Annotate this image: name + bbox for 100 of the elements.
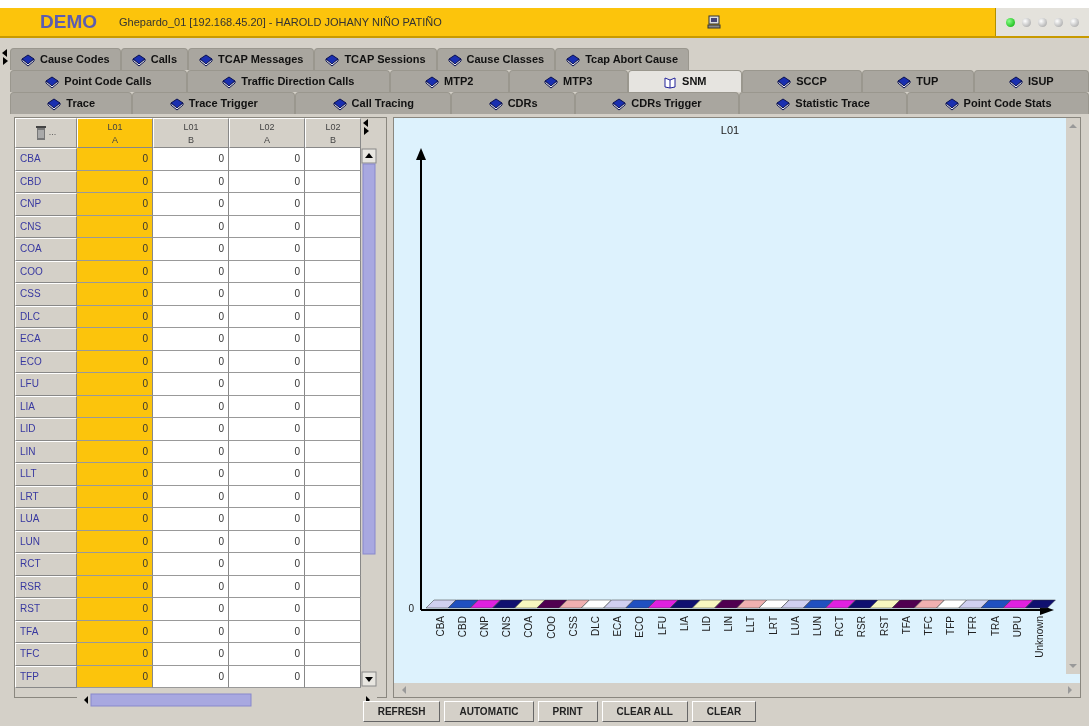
row-header[interactable]: CNS [15, 215, 77, 238]
row-header[interactable]: CBD [15, 170, 77, 193]
table-cell: 0 [229, 530, 305, 553]
category-label: LLT [745, 616, 757, 633]
tab[interactable]: Statistic Trace [738, 92, 908, 114]
tab[interactable]: SNM [627, 70, 742, 92]
row-header[interactable]: CBA [15, 148, 77, 171]
table-cell [305, 148, 361, 171]
tab[interactable]: Point Code Calls [10, 70, 188, 92]
table-cell [305, 350, 361, 373]
table-cell: 0 [229, 440, 305, 463]
table-cell: 0 [229, 170, 305, 193]
tab[interactable]: Trace Trigger [132, 92, 296, 114]
row-header[interactable]: COO [15, 260, 77, 283]
tab[interactable]: MTP3 [508, 70, 628, 92]
chart-bar [736, 599, 768, 609]
button[interactable]: CLEAR [691, 700, 757, 722]
table-cell: 0 [229, 485, 305, 508]
tab[interactable]: Cause Codes [10, 48, 121, 70]
row-header[interactable]: LLT [15, 463, 77, 486]
category-label: LIN [723, 616, 735, 632]
table-cell: 0 [229, 643, 305, 666]
tab-scroll-icon[interactable] [0, 48, 10, 66]
tab[interactable]: SCCP [741, 70, 863, 92]
vertical-scrollbar[interactable] [361, 148, 377, 688]
row-header[interactable]: LIA [15, 395, 77, 418]
table-cell: 0 [77, 305, 153, 328]
row-header[interactable]: LUN [15, 530, 77, 553]
table-cell [305, 283, 361, 306]
row-header[interactable]: RCT [15, 553, 77, 576]
tab[interactable]: Point Code Stats [907, 92, 1089, 114]
table-cell: 0 [77, 170, 153, 193]
category-label: CBA [434, 616, 446, 637]
table-cell: 0 [77, 598, 153, 621]
row-header[interactable]: LRT [15, 485, 77, 508]
table-cell: 0 [229, 373, 305, 396]
column-header[interactable]: L02 B [305, 118, 361, 148]
table-cell [305, 440, 361, 463]
tab[interactable]: TCAP Messages [188, 48, 315, 70]
tab[interactable]: CDRs [451, 92, 575, 114]
category-label: ECA [612, 616, 624, 637]
row-header[interactable]: LFU [15, 373, 77, 396]
row-header[interactable]: TFC [15, 643, 77, 666]
book-icon [222, 74, 237, 89]
category-label: RST [878, 616, 890, 636]
row-header[interactable]: RSR [15, 575, 77, 598]
tab[interactable]: ISUP [973, 70, 1089, 92]
category-label: LID [701, 616, 713, 632]
button[interactable]: PRINT [537, 700, 598, 722]
tab[interactable]: TCAP Sessions [314, 48, 437, 70]
trash-icon [35, 125, 46, 141]
table-cell: 0 [153, 575, 229, 598]
tab[interactable]: Trace [10, 92, 133, 114]
table-cell: 0 [229, 350, 305, 373]
table-cell: 0 [77, 373, 153, 396]
column-header[interactable]: L01 A [77, 118, 153, 148]
horizontal-scrollbar[interactable] [394, 683, 1080, 697]
table-cell: 0 [77, 643, 153, 666]
table-cell [305, 575, 361, 598]
table-cell: 0 [229, 215, 305, 238]
row-header[interactable]: COA [15, 238, 77, 261]
tab[interactable]: MTP2 [389, 70, 509, 92]
row-header[interactable]: CSS [15, 283, 77, 306]
table-cell: 0 [77, 575, 153, 598]
table-cell: 0 [77, 238, 153, 261]
book-icon [776, 96, 791, 111]
row-header[interactable]: ECA [15, 328, 77, 351]
table-cell: 0 [153, 643, 229, 666]
row-header[interactable]: LID [15, 418, 77, 441]
tab[interactable]: Traffic Direction Calls [187, 70, 390, 92]
button[interactable]: AUTOMATIC [444, 700, 534, 722]
table-cell: 0 [77, 395, 153, 418]
table-cell: 0 [77, 418, 153, 441]
table-cell [305, 193, 361, 216]
table-cell: 0 [229, 193, 305, 216]
row-header[interactable]: CNP [15, 193, 77, 216]
vertical-scrollbar[interactable] [1066, 118, 1080, 674]
row-header[interactable]: LUA [15, 508, 77, 531]
table-cell [305, 170, 361, 193]
row-header[interactable]: ECO [15, 350, 77, 373]
row-header[interactable]: LIN [15, 440, 77, 463]
column-header[interactable]: L01 B [153, 118, 229, 148]
button[interactable]: REFRESH [362, 700, 441, 722]
row-header[interactable]: DLC [15, 305, 77, 328]
tab[interactable]: CDRs Trigger [574, 92, 739, 114]
table-cell [305, 238, 361, 261]
table-cell: 0 [77, 350, 153, 373]
tab[interactable]: Cause Classes [436, 48, 556, 70]
row-header[interactable]: TFP [15, 665, 77, 688]
table-cell: 0 [229, 598, 305, 621]
tab[interactable]: Calls [120, 48, 188, 70]
tab[interactable]: Call Tracing [295, 92, 452, 114]
row-header[interactable]: TFA [15, 620, 77, 643]
tab[interactable]: TUP [862, 70, 974, 92]
column-header[interactable]: L02 A [229, 118, 305, 148]
tab[interactable]: Tcap Abort Cause [555, 48, 690, 70]
button[interactable]: CLEAR ALL [601, 700, 688, 722]
table-cell: 0 [229, 575, 305, 598]
row-header[interactable]: RST [15, 598, 77, 621]
book-icon [169, 96, 184, 111]
